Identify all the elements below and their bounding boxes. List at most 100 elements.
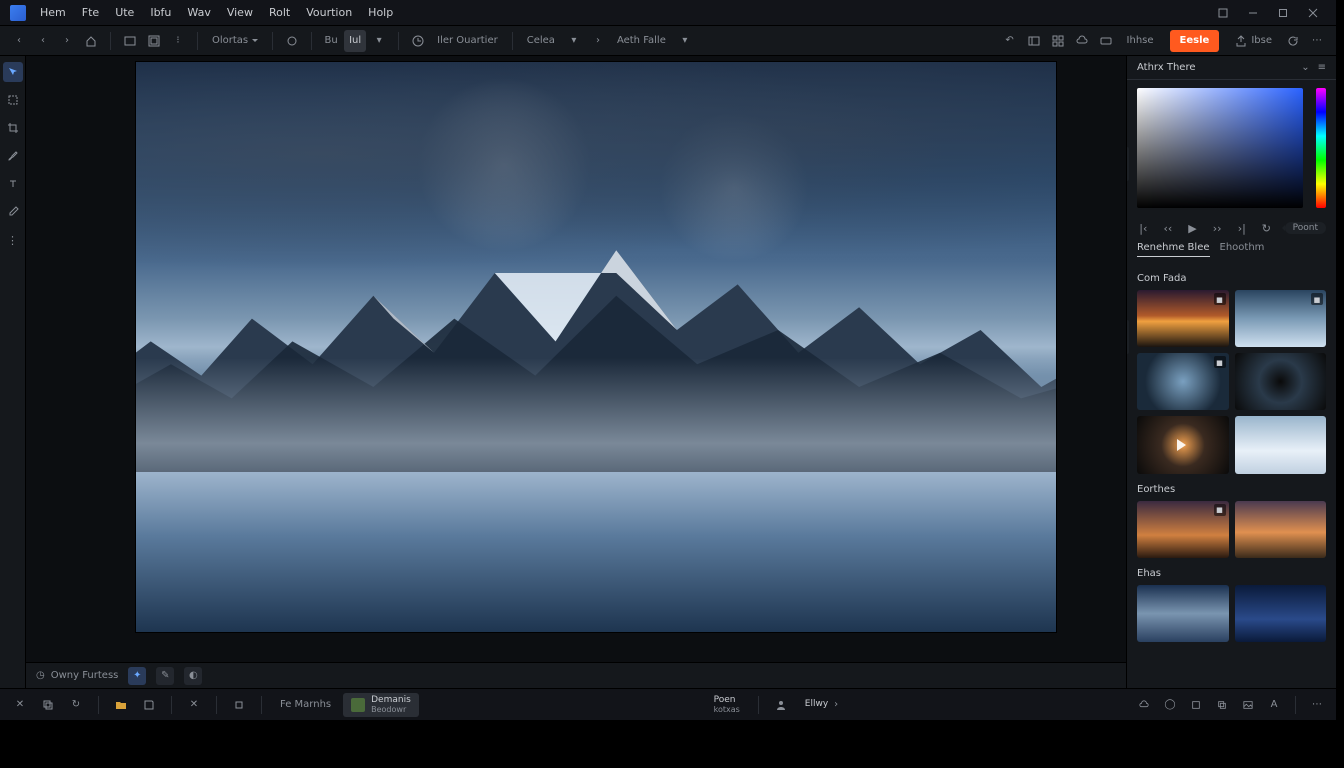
chevron-down-icon[interactable]: ▾ — [674, 30, 696, 52]
tool-brush[interactable] — [3, 146, 23, 166]
panel-icon[interactable] — [1023, 30, 1045, 52]
minimize-button[interactable] — [1240, 3, 1266, 23]
circle-icon[interactable]: ◯ — [1159, 693, 1181, 717]
more-icon[interactable]: ⋯ — [1306, 30, 1328, 52]
play-icon[interactable]: ▶ — [1186, 220, 1199, 236]
preset-thumb[interactable] — [1235, 416, 1327, 473]
menu-help[interactable]: Holp — [360, 0, 401, 26]
primary-action-button[interactable]: Eesle — [1170, 30, 1220, 52]
favorite-thumb[interactable] — [1235, 501, 1327, 558]
menu-vourtion[interactable]: Vourtion — [298, 0, 360, 26]
grid-icon[interactable] — [1047, 30, 1069, 52]
menu-wav[interactable]: Wav — [179, 0, 218, 26]
undo-icon[interactable]: ↶ — [999, 30, 1021, 52]
menu-ibfu[interactable]: Ibfu — [142, 0, 179, 26]
tool-more[interactable]: ⋮ — [3, 230, 23, 250]
center-chip-a[interactable]: Poenkotxas — [706, 693, 748, 717]
canvas-image[interactable] — [136, 62, 1056, 632]
footer-tool-a[interactable]: ✦ — [128, 667, 146, 685]
clock-icon[interactable] — [407, 30, 429, 52]
preset-thumb[interactable] — [1235, 353, 1327, 410]
skip-end-icon[interactable]: ›| — [1235, 220, 1248, 236]
tab-browse[interactable]: Ehoothm — [1220, 242, 1265, 257]
group2-label[interactable]: Aeth Falle — [611, 35, 672, 46]
menu-view[interactable]: View — [219, 0, 261, 26]
tab-recent[interactable]: Renehme Blee — [1137, 242, 1210, 257]
share-button[interactable]: Ibse — [1227, 30, 1280, 52]
delete-icon[interactable]: ✕ — [182, 693, 206, 717]
next-icon[interactable]: ›› — [1211, 220, 1224, 236]
chevron-down-icon[interactable]: ⌄ — [1301, 62, 1309, 73]
close-icon[interactable]: ✕ — [8, 693, 32, 717]
footer-tool-c[interactable]: ◐ — [184, 667, 202, 685]
text-icon[interactable]: A — [1263, 693, 1285, 717]
stop-icon[interactable] — [227, 693, 251, 717]
panel-menu-icon[interactable]: ≡ — [1318, 62, 1326, 73]
center-chip-b[interactable]: Ellwy › — [797, 693, 846, 717]
reset-pill[interactable]: Poont — [1285, 222, 1326, 234]
tool-crop[interactable] — [3, 118, 23, 138]
project-chip[interactable]: DemanisBeodowr — [343, 693, 419, 717]
chevron-down-icon[interactable]: ▾ — [563, 30, 585, 52]
tool-eyedropper[interactable] — [3, 202, 23, 222]
home-icon[interactable] — [80, 30, 102, 52]
cloud-icon[interactable] — [1133, 693, 1155, 717]
step-icon[interactable]: › — [587, 30, 609, 52]
collapse-section-icon[interactable]: ‹ — [1127, 320, 1129, 354]
preset-thumb[interactable]: ▪ — [1235, 290, 1327, 347]
bookmark-icon[interactable]: ▪ — [1311, 293, 1323, 305]
favorite-thumb[interactable]: ▪ — [1137, 501, 1229, 558]
layers-icon[interactable] — [1211, 693, 1233, 717]
brush-icon[interactable] — [281, 30, 303, 52]
bookmark-icon[interactable]: ▪ — [1214, 356, 1226, 368]
seg-a[interactable]: Bu — [320, 30, 342, 52]
dropdown-icon[interactable]: ⁝ — [167, 30, 189, 52]
frame-icon[interactable] — [143, 30, 165, 52]
image-icon[interactable] — [1237, 693, 1259, 717]
aspect-icon[interactable] — [119, 30, 141, 52]
other-thumb[interactable] — [1137, 585, 1229, 642]
bookmark-icon[interactable]: ▪ — [1214, 504, 1226, 516]
tool-move[interactable] — [3, 62, 23, 82]
preset-thumb[interactable]: ▪ — [1137, 290, 1229, 347]
collapse-panel-icon[interactable]: ‹ — [1127, 147, 1129, 181]
tool-select[interactable] — [3, 90, 23, 110]
loop-icon[interactable]: ↻ — [1260, 220, 1273, 236]
more-icon[interactable]: ⋯ — [1306, 693, 1328, 717]
bookmark-icon[interactable]: ▪ — [1214, 293, 1226, 305]
collapse-icon[interactable]: ‹ — [8, 30, 30, 52]
preset-thumb[interactable]: ▪ — [1137, 353, 1229, 410]
skip-start-icon[interactable]: |‹ — [1137, 220, 1150, 236]
preset-thumb[interactable] — [1137, 416, 1229, 473]
overflow-icon[interactable] — [1210, 3, 1236, 23]
maximize-button[interactable] — [1270, 3, 1296, 23]
refresh-icon[interactable]: ↻ — [64, 693, 88, 717]
other-thumb[interactable] — [1235, 585, 1327, 642]
chevron-down-icon[interactable]: ▾ — [368, 30, 390, 52]
avatar-icon[interactable] — [769, 693, 793, 717]
hue-slider[interactable] — [1316, 88, 1326, 208]
canvas-area[interactable] — [26, 56, 1126, 662]
nav-back-icon[interactable]: ‹ — [32, 30, 54, 52]
menu-rolt[interactable]: Rolt — [261, 0, 298, 26]
save-icon[interactable] — [137, 693, 161, 717]
nav-fwd-icon[interactable]: › — [56, 30, 78, 52]
square-icon[interactable] — [1185, 693, 1207, 717]
refresh-icon[interactable] — [1282, 30, 1304, 52]
close-button[interactable] — [1300, 3, 1326, 23]
copy-icon[interactable] — [36, 693, 60, 717]
color-field[interactable] — [1137, 88, 1303, 208]
seg-b[interactable]: Iul — [344, 30, 366, 52]
options-dropdown[interactable]: Olortas — [206, 35, 264, 46]
folder-icon[interactable] — [109, 693, 133, 717]
link-icon[interactable] — [1095, 30, 1117, 52]
tool-text[interactable] — [3, 174, 23, 194]
menu-edit[interactable]: Ute — [107, 0, 142, 26]
meta-label[interactable]: Ihhse — [1119, 30, 1162, 52]
cloud-icon[interactable] — [1071, 30, 1093, 52]
menu-file[interactable]: Fte — [74, 0, 107, 26]
prev-icon[interactable]: ‹‹ — [1162, 220, 1175, 236]
footer-tool-b[interactable]: ✎ — [156, 667, 174, 685]
group1-label[interactable]: Celea — [521, 35, 561, 46]
menu-home[interactable]: Hem — [32, 0, 74, 26]
